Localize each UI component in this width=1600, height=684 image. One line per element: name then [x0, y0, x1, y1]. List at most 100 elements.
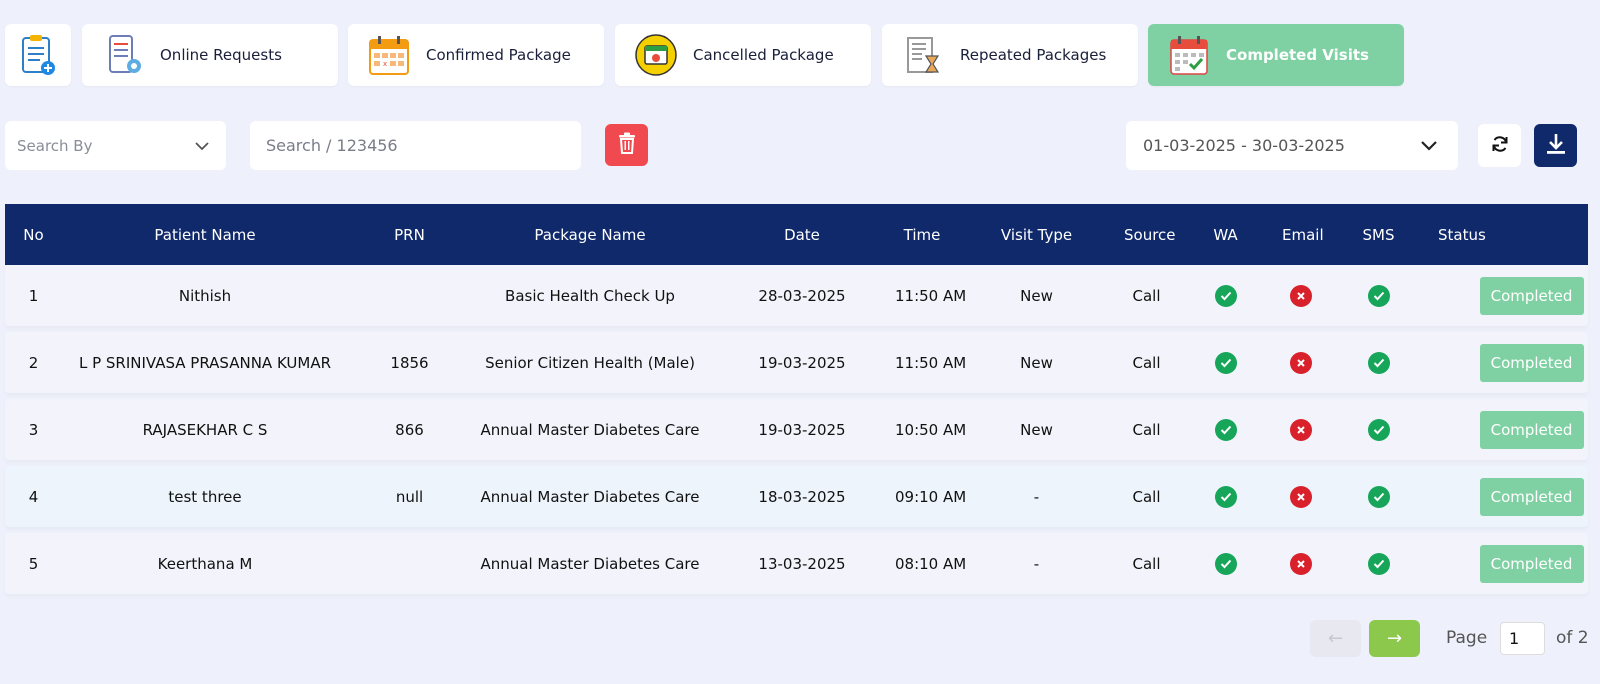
chevron-down-icon — [1420, 136, 1438, 155]
header-sms: SMS — [1362, 225, 1395, 244]
search-input[interactable] — [250, 121, 581, 170]
tab-cancelled-package[interactable]: Cancelled Package — [615, 24, 871, 86]
tab-label: Repeated Packages — [960, 46, 1107, 64]
row-sms — [1319, 284, 1438, 307]
row-sms — [1319, 418, 1438, 441]
row-visit-type: - — [1033, 487, 1040, 506]
row-patient-name: RAJASEKHAR C S — [142, 420, 268, 439]
row-source: Call — [1132, 487, 1161, 506]
row-patient-name: test three — [168, 487, 242, 506]
header-visit-type: Visit Type — [1000, 225, 1073, 244]
x-circle-icon — [1289, 485, 1312, 508]
refresh-icon — [1490, 134, 1510, 158]
page-number-input[interactable] — [1500, 622, 1545, 655]
x-circle-icon — [1289, 552, 1312, 575]
clear-filter-button[interactable] — [605, 124, 648, 166]
tab-label: Confirmed Package — [426, 46, 571, 64]
row-time: 09:10 AM — [895, 487, 967, 506]
check-circle-icon — [1214, 485, 1237, 508]
check-circle-icon — [1367, 552, 1390, 575]
table-row[interactable]: 5 Keerthana M Annual Master Diabetes Care 1… — [5, 533, 1588, 594]
tab-confirmed-package[interactable]: x Confirmed Package — [348, 24, 604, 86]
status-badge[interactable]: Completed — [1479, 544, 1584, 583]
row-source: Call — [1132, 353, 1161, 372]
row-package-name: Annual Master Diabetes Care — [480, 487, 700, 506]
status-badge[interactable]: Completed — [1479, 477, 1584, 516]
clipboard-checklist-icon — [17, 34, 59, 76]
date-range-picker[interactable]: 01-03-2025 - 30-03-2025 — [1126, 121, 1458, 170]
row-time: 10:50 AM — [895, 420, 967, 439]
table-row[interactable]: 1 Nithish Basic Health Check Up 28-03-2025 1… — [5, 265, 1588, 326]
row-patient-name: L P SRINIVASA PRASANNA KUMAR — [78, 353, 332, 372]
row-package-name: Annual Master Diabetes Care — [480, 554, 700, 573]
download-button[interactable] — [1534, 124, 1577, 167]
table-row[interactable]: 2 L P SRINIVASA PRASANNA KUMAR 1856 Senior … — [5, 332, 1588, 393]
row-sms — [1319, 351, 1438, 374]
x-circle-icon — [1289, 418, 1312, 441]
x-circle-icon — [1289, 351, 1312, 374]
refresh-button[interactable] — [1478, 124, 1521, 167]
tab-online-requests[interactable]: Online Requests — [82, 24, 338, 86]
row-patient-name: Nithish — [178, 286, 232, 305]
row-package-name: Annual Master Diabetes Care — [480, 420, 700, 439]
search-by-label: Search By — [17, 136, 93, 155]
row-wa — [1169, 284, 1282, 307]
search-by-select[interactable]: Search By — [5, 121, 226, 170]
row-visit-type: New — [1020, 353, 1053, 372]
row-no: 3 — [28, 420, 39, 439]
tab-label: Cancelled Package — [693, 46, 834, 64]
status-badge[interactable]: Completed — [1479, 343, 1584, 382]
row-wa — [1169, 351, 1282, 374]
status-badge[interactable]: Completed — [1479, 410, 1584, 449]
row-source: Call — [1132, 554, 1161, 573]
status-badge[interactable]: Completed — [1479, 276, 1584, 315]
tab-label: Completed Visits — [1226, 46, 1369, 64]
row-prn: 1856 — [390, 353, 429, 372]
tab-dashboard[interactable] — [5, 24, 71, 86]
chevron-down-icon — [194, 136, 210, 155]
row-package-name: Basic Health Check Up — [505, 286, 675, 305]
row-package-name: Senior Citizen Health (Male) — [485, 353, 695, 372]
header-status: Status — [1438, 225, 1486, 244]
table-header: No Patient Name PRN Package Name Date Ti… — [5, 204, 1588, 265]
row-sms — [1319, 485, 1438, 508]
prev-page-button[interactable]: ← — [1310, 620, 1361, 657]
row-email — [1282, 351, 1319, 374]
header-wa: WA — [1213, 225, 1238, 244]
check-circle-icon — [1214, 552, 1237, 575]
row-no: 4 — [28, 487, 39, 506]
table-row[interactable]: 4 test three null Annual Master Diabetes Ca… — [5, 466, 1588, 527]
check-circle-icon — [1367, 351, 1390, 374]
check-circle-icon — [1367, 418, 1390, 441]
header-patient-name: Patient Name — [154, 225, 256, 244]
check-circle-icon — [1214, 284, 1237, 307]
row-source: Call — [1132, 286, 1161, 305]
row-date: 28-03-2025 — [758, 286, 846, 305]
header-time: Time — [903, 225, 941, 244]
row-email — [1282, 418, 1319, 441]
row-sms — [1319, 552, 1438, 575]
header-prn: PRN — [394, 225, 425, 244]
next-page-button[interactable]: → — [1369, 620, 1420, 657]
row-date: 19-03-2025 — [758, 420, 846, 439]
row-time: 11:50 AM — [895, 353, 967, 372]
row-date: 19-03-2025 — [758, 353, 846, 372]
row-wa — [1169, 485, 1282, 508]
row-prn: 866 — [395, 420, 424, 439]
document-hourglass-icon — [902, 34, 944, 76]
row-source: Call — [1132, 420, 1161, 439]
row-prn: null — [395, 487, 424, 506]
row-date: 13-03-2025 — [758, 554, 846, 573]
page-label: Page — [1446, 628, 1488, 648]
tab-completed-visits[interactable]: Completed Visits — [1148, 24, 1404, 86]
check-circle-icon — [1214, 351, 1237, 374]
download-icon — [1545, 132, 1567, 160]
row-visit-type: - — [1033, 554, 1040, 573]
header-no: No — [23, 225, 44, 244]
header-source: Source — [1124, 225, 1176, 244]
tab-repeated-packages[interactable]: Repeated Packages — [882, 24, 1138, 86]
header-package-name: Package Name — [534, 225, 646, 244]
phone-checklist-icon — [102, 34, 144, 76]
table-row[interactable]: 3 RAJASEKHAR C S 866 Annual Master Diabetes… — [5, 399, 1588, 460]
calendar-check-icon — [1168, 34, 1210, 76]
